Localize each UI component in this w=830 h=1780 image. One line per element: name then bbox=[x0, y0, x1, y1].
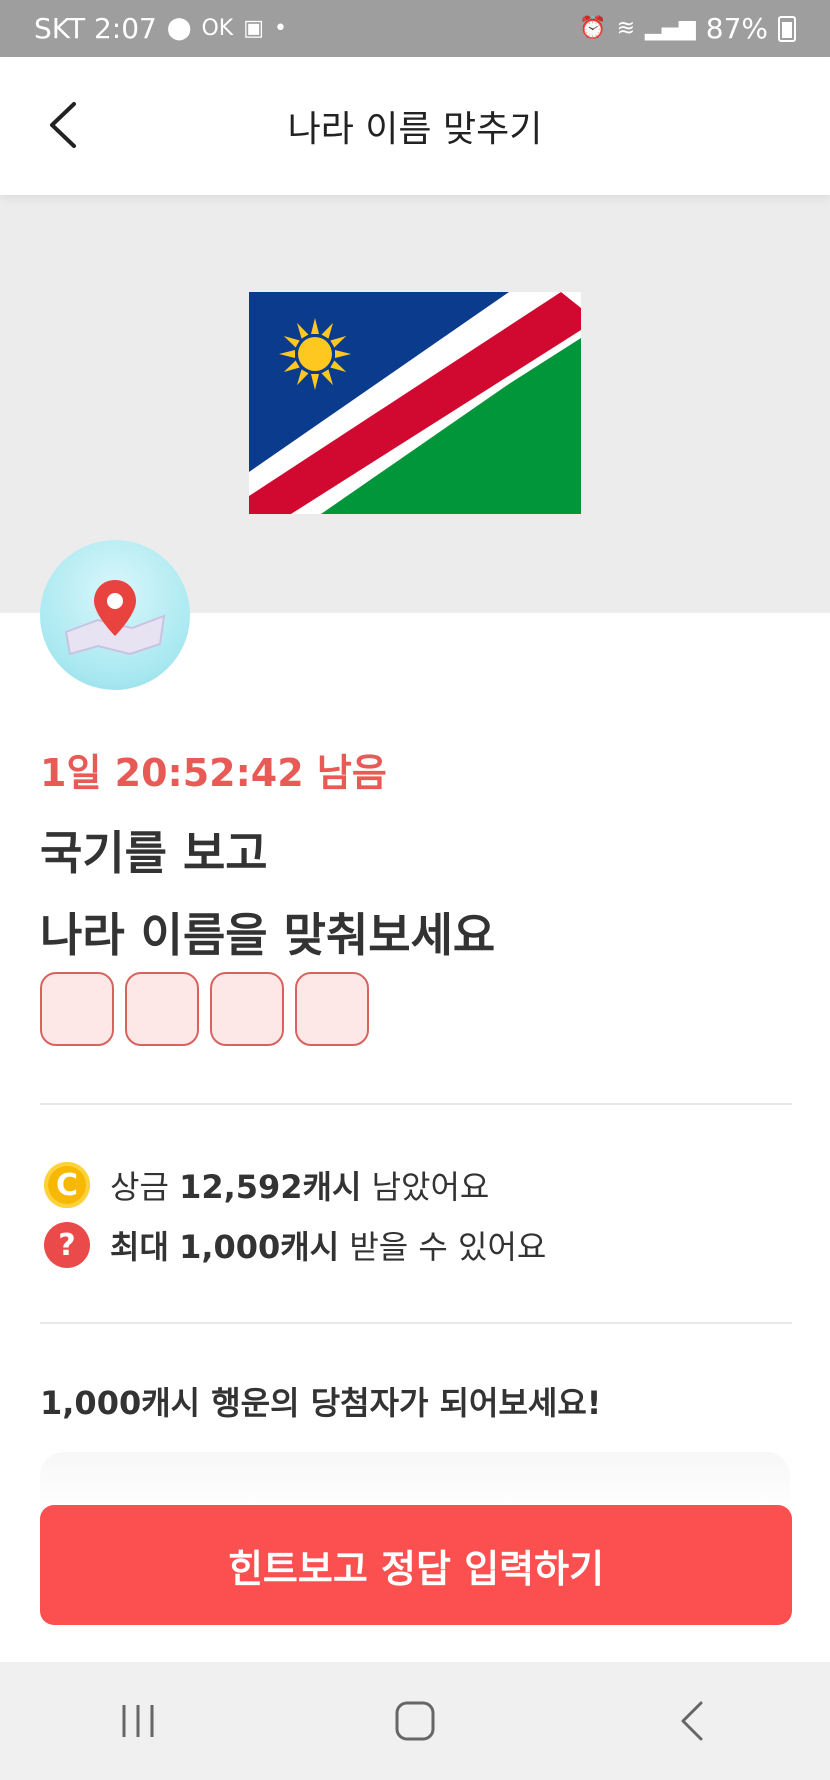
battery-level: 87% bbox=[705, 12, 768, 45]
winner-list-card bbox=[40, 1452, 790, 1512]
max-label: 최대 bbox=[110, 1228, 169, 1266]
countdown-timer: 1일 20:52:42 남음 bbox=[40, 751, 387, 795]
answer-box[interactable] bbox=[295, 972, 369, 1046]
max-value: 1,000캐시 bbox=[179, 1228, 340, 1266]
system-nav-bar bbox=[0, 1662, 830, 1780]
prize-info: C 상금 12,592캐시 남았어요 bbox=[44, 1162, 489, 1208]
wifi-icon: ≋ bbox=[616, 15, 635, 41]
prize-text: 상금 12,592캐시 남았어요 bbox=[110, 1162, 489, 1208]
map-pin-icon bbox=[64, 580, 166, 656]
question-icon[interactable]: ? bbox=[44, 1222, 90, 1268]
prize-label: 상금 bbox=[110, 1168, 169, 1206]
cash-coin-icon: C bbox=[44, 1162, 90, 1208]
answer-box[interactable] bbox=[210, 972, 284, 1046]
prize-suffix: 남았어요 bbox=[371, 1168, 490, 1206]
dot-icon: • bbox=[274, 15, 287, 41]
recent-apps-button[interactable] bbox=[78, 1681, 198, 1761]
answer-boxes bbox=[40, 972, 369, 1046]
max-info: ? 최대 1,000캐시 받을 수 있어요 bbox=[44, 1222, 546, 1268]
namibia-flag bbox=[249, 292, 581, 514]
question-text: 국기를 보고 나라 이름을 맞춰보세요 bbox=[40, 812, 495, 976]
max-text: 최대 1,000캐시 받을 수 있어요 bbox=[110, 1222, 546, 1268]
page-title: 나라 이름 맞추기 bbox=[287, 109, 543, 150]
app-icon: ▣ bbox=[243, 15, 265, 41]
question-line-1: 국기를 보고 bbox=[40, 826, 268, 880]
alarm-icon: ⏰ bbox=[579, 15, 607, 41]
lucky-winner-text: 1,000캐시 행운의 당첨자가 되어보세요! bbox=[40, 1384, 602, 1422]
ok-icon: OK bbox=[201, 15, 234, 41]
battery-charging-icon bbox=[778, 15, 796, 42]
signal-icon: ▂▄▆ bbox=[645, 15, 696, 41]
map-badge bbox=[40, 540, 190, 690]
divider bbox=[40, 1322, 792, 1324]
answer-box[interactable] bbox=[40, 972, 114, 1046]
recent-apps-icon bbox=[122, 1705, 154, 1737]
divider bbox=[40, 1103, 792, 1105]
status-right: ⏰ ≋ ▂▄▆ 87% bbox=[579, 12, 796, 45]
answer-box[interactable] bbox=[125, 972, 199, 1046]
app-header: 나라 이름 맞추기 bbox=[0, 57, 830, 195]
system-back-button[interactable] bbox=[632, 1681, 752, 1761]
back-icon bbox=[681, 1701, 703, 1741]
record-icon: ⬤ bbox=[166, 15, 192, 41]
question-line-2: 나라 이름을 맞춰보세요 bbox=[40, 908, 496, 962]
hint-answer-button[interactable]: 힌트보고 정답 입력하기 bbox=[40, 1505, 792, 1625]
status-bar: SKT 2:07 ⬤ OK ▣ • ⏰ ≋ ▂▄▆ 87% bbox=[0, 0, 830, 57]
home-button[interactable] bbox=[355, 1681, 475, 1761]
home-icon bbox=[395, 1701, 435, 1741]
status-left: SKT 2:07 ⬤ OK ▣ • bbox=[34, 12, 287, 45]
max-suffix: 받을 수 있어요 bbox=[349, 1228, 547, 1266]
prize-value: 12,592캐시 bbox=[179, 1168, 362, 1206]
carrier-time: SKT 2:07 bbox=[34, 12, 157, 45]
